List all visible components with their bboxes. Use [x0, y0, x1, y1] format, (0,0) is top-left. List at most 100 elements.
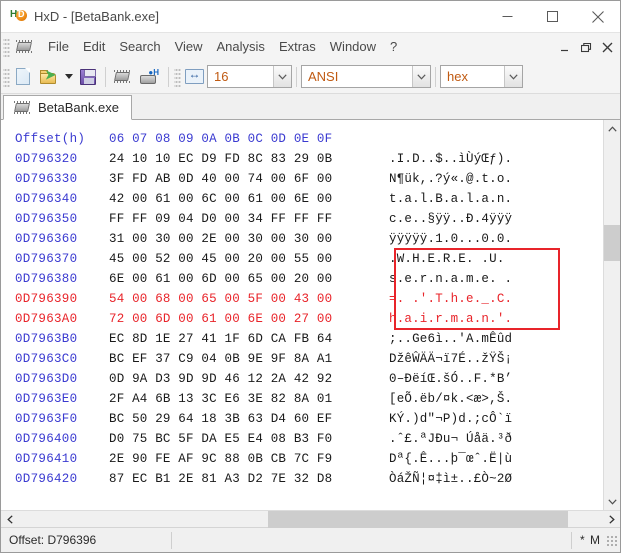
vertical-scroll-track[interactable]: [604, 137, 620, 493]
close-button[interactable]: [575, 1, 620, 32]
open-file-dropdown[interactable]: [62, 64, 75, 90]
row-hex-bytes[interactable]: 24 10 10 EC D9 FD 8C 83 29 0B: [109, 149, 381, 169]
bytes-per-row-button[interactable]: [181, 64, 207, 90]
row-hex-bytes[interactable]: 42 00 61 00 6C 00 61 00 6E 00: [109, 189, 381, 209]
vertical-scroll-thumb[interactable]: [604, 225, 620, 261]
row-hex-bytes[interactable]: 31 00 30 00 2E 00 30 00 30 00: [109, 229, 381, 249]
hex-row[interactable]: 0D7963B0 EC 8D 1E 27 41 1F 6D CA FB 64;..…: [1, 329, 603, 349]
row-offset: 0D7963C0: [15, 352, 78, 366]
column-headers: 06 07 08 09 0A 0B 0C 0D 0E 0F: [109, 132, 333, 146]
open-ram-button[interactable]: ●H: [136, 64, 162, 90]
hex-row[interactable]: 0D7963E0 2F A4 6B 13 3C E6 3E 82 8A 01 [eÕ…: [1, 389, 603, 409]
restore-document-icon[interactable]: [577, 38, 596, 57]
row-hex-bytes[interactable]: FF FF 09 04 D0 00 34 FF FF FF: [109, 209, 381, 229]
hex-row[interactable]: 0D796320 24 10 10 EC D9 FD 8C 83 29 0B .I.…: [1, 149, 603, 169]
row-ascii[interactable]: =. .'.T.h.e._.C.: [381, 289, 512, 309]
row-ascii[interactable]: h.a.i.r.m.a.n.'.: [381, 309, 512, 329]
scroll-right-button[interactable]: [603, 511, 620, 528]
bytes-per-row-combo[interactable]: 16: [207, 65, 292, 88]
hex-row[interactable]: 0D7963A0 72 00 6D 00 61 00 6E 00 27 00 h.a…: [1, 309, 603, 329]
row-ascii[interactable]: 0–ÐëíŒ.šÓ..F.*B’: [381, 369, 512, 389]
scroll-down-button[interactable]: [604, 493, 620, 510]
number-base-combo[interactable]: hex: [440, 65, 523, 88]
horizontal-scrollbar[interactable]: [1, 510, 620, 528]
hex-row[interactable]: 0D7963F0 BC 50 29 64 18 3B 63 D4 60 EF KÝ.…: [1, 409, 603, 429]
row-ascii[interactable]: t.a.l.B.a.l.a.n.: [381, 189, 512, 209]
menu-window[interactable]: Window: [323, 36, 383, 57]
row-hex-bytes[interactable]: 2F A4 6B 13 3C E6 3E 82 8A 01: [109, 389, 381, 409]
row-hex-bytes[interactable]: 3F FD AB 0D 40 00 74 00 6F 00: [109, 169, 381, 189]
row-ascii[interactable]: KÝ.)d"¬P)d.;cÔ`ï: [381, 409, 512, 429]
toolbar-drag-grip-1[interactable]: [3, 66, 10, 87]
row-ascii[interactable]: [eÕ.ëb/¤k.<æ>,Š.: [381, 389, 512, 409]
toolbar-drag-grip-2[interactable]: [174, 66, 181, 87]
row-ascii[interactable]: .ˆ£.ªJÐu¬ Úåä.³ð: [381, 429, 512, 449]
row-offset: 0D7963E0: [15, 392, 78, 406]
horizontal-scroll-thumb[interactable]: [268, 510, 568, 528]
open-file-button[interactable]: ➤: [36, 64, 62, 90]
row-hex-bytes[interactable]: 45 00 52 00 45 00 20 00 55 00: [109, 249, 381, 269]
row-hex-bytes[interactable]: 6E 00 61 00 6D 00 65 00 20 00: [109, 269, 381, 289]
close-document-icon[interactable]: [598, 38, 617, 57]
vertical-scrollbar[interactable]: [603, 120, 620, 510]
encoding-dropdown-arrow[interactable]: [412, 66, 430, 87]
new-document-button[interactable]: [10, 64, 36, 90]
minimize-button[interactable]: [485, 1, 530, 32]
menu-analysis[interactable]: Analysis: [210, 36, 272, 57]
row-hex-bytes[interactable]: EC 8D 1E 27 41 1F 6D CA FB 64: [109, 329, 381, 349]
hex-row[interactable]: 0D796420 87 EC B1 2E 81 A3 D2 7E 32 D8 ÒáŽ…: [1, 469, 603, 489]
hex-row[interactable]: 0D796330 3F FD AB 0D 40 00 74 00 6F 00 N¶ü…: [1, 169, 603, 189]
row-ascii[interactable]: ÒáŽÑ¦¤‡ì±..£Ò~2Ø: [381, 469, 512, 489]
row-hex-bytes[interactable]: BC EF 37 C9 04 0B 9E 9F 8A A1: [109, 349, 381, 369]
minimize-document-icon[interactable]: [556, 38, 575, 57]
save-button[interactable]: [75, 64, 101, 90]
menu-extras[interactable]: Extras: [272, 36, 323, 57]
menu-drag-grip[interactable]: [3, 36, 10, 57]
hex-row[interactable]: 0D796370 45 00 52 00 45 00 20 00 55 00 .W.…: [1, 249, 603, 269]
row-ascii[interactable]: DžêŴÄÄ¬ï7É..žŸŠ¡: [381, 349, 512, 369]
row-ascii[interactable]: s.e.r.n.a.m.e. .: [381, 269, 512, 289]
scroll-up-button[interactable]: [604, 120, 620, 137]
row-ascii[interactable]: .I.D..$..ìÙýŒƒ).: [381, 149, 512, 169]
hex-row[interactable]: 0D796340 42 00 61 00 6C 00 61 00 6E 00 t.a…: [1, 189, 603, 209]
row-ascii[interactable]: ;..Ge6ì..'A.mÊûd: [381, 329, 512, 349]
hex-row[interactable]: 0D796380 6E 00 61 00 6D 00 65 00 20 00 s.e…: [1, 269, 603, 289]
bytes-per-row-dropdown-arrow[interactable]: [273, 66, 291, 87]
row-ascii[interactable]: .W.H.E.R.E. .U.: [381, 249, 505, 269]
row-hex-bytes[interactable]: D0 75 BC 5F DA E5 E4 08 B3 F0: [109, 429, 381, 449]
row-ascii[interactable]: Dª{.Ê...þ‾œˆ.Ë|ù: [381, 449, 512, 469]
row-ascii[interactable]: ÿÿÿÿÿ.1.0...0.0.: [381, 229, 512, 249]
menu-view[interactable]: View: [168, 36, 210, 57]
horizontal-scroll-track[interactable]: [18, 510, 603, 528]
hex-row[interactable]: 0D796360 31 00 30 00 2E 00 30 00 30 00 ÿÿÿ…: [1, 229, 603, 249]
menu-edit[interactable]: Edit: [76, 36, 112, 57]
menu-search[interactable]: Search: [112, 36, 167, 57]
hex-row[interactable]: 0D796400 D0 75 BC 5F DA E5 E4 08 B3 F0 .ˆ£…: [1, 429, 603, 449]
hex-row[interactable]: 0D796390 54 00 68 00 65 00 5F 00 43 00 =. …: [1, 289, 603, 309]
row-hex-bytes[interactable]: BC 50 29 64 18 3B 63 D4 60 EF: [109, 409, 381, 429]
menu-file[interactable]: File: [41, 36, 76, 57]
hex-rows-container[interactable]: Offset(h) 06 07 08 09 0A 0B 0C 0D 0E 0F …: [1, 120, 603, 510]
hex-row[interactable]: 0D796410 2E 90 FE AF 9C 88 0B CB 7C F9 Dª{…: [1, 449, 603, 469]
open-disk-button[interactable]: [110, 64, 136, 90]
hex-row[interactable]: 0D796350 FF FF 09 04 D0 00 34 FF FF FF c.e…: [1, 209, 603, 229]
row-hex-bytes[interactable]: 54 00 68 00 65 00 5F 00 43 00: [109, 289, 381, 309]
hex-row[interactable]: 0D7963D0 0D 9A D3 9D 9D 46 12 2A 42 92 0–Ð…: [1, 369, 603, 389]
window-resize-grip[interactable]: [605, 533, 618, 547]
row-hex-bytes[interactable]: 2E 90 FE AF 9C 88 0B CB 7C F9: [109, 449, 381, 469]
window-title: HxD - [BetaBank.exe]: [34, 9, 159, 24]
row-offset: 0D7963D0: [15, 372, 78, 386]
scroll-left-button[interactable]: [1, 511, 18, 528]
row-hex-bytes[interactable]: 87 EC B1 2E 81 A3 D2 7E 32 D8: [109, 469, 381, 489]
maximize-button[interactable]: [530, 1, 575, 32]
menu-help[interactable]: ?: [383, 36, 404, 57]
row-ascii[interactable]: N¶ük,.?ý«.@.t.o.: [381, 169, 512, 189]
row-hex-bytes[interactable]: 0D 9A D3 9D 9D 46 12 2A 42 92: [109, 369, 381, 389]
row-offset: 0D7963B0: [15, 332, 78, 346]
hex-row[interactable]: 0D7963C0 BC EF 37 C9 04 0B 9E 9F 8A A1 Džê…: [1, 349, 603, 369]
document-tab-betabank[interactable]: BetaBank.exe: [3, 95, 132, 120]
encoding-combo[interactable]: ANSI: [301, 65, 431, 88]
row-ascii[interactable]: c.e..§ÿÿ..Ð.4ÿÿÿ: [381, 209, 512, 229]
number-base-dropdown-arrow[interactable]: [504, 66, 522, 87]
row-hex-bytes[interactable]: 72 00 6D 00 61 00 6E 00 27 00: [109, 309, 381, 329]
